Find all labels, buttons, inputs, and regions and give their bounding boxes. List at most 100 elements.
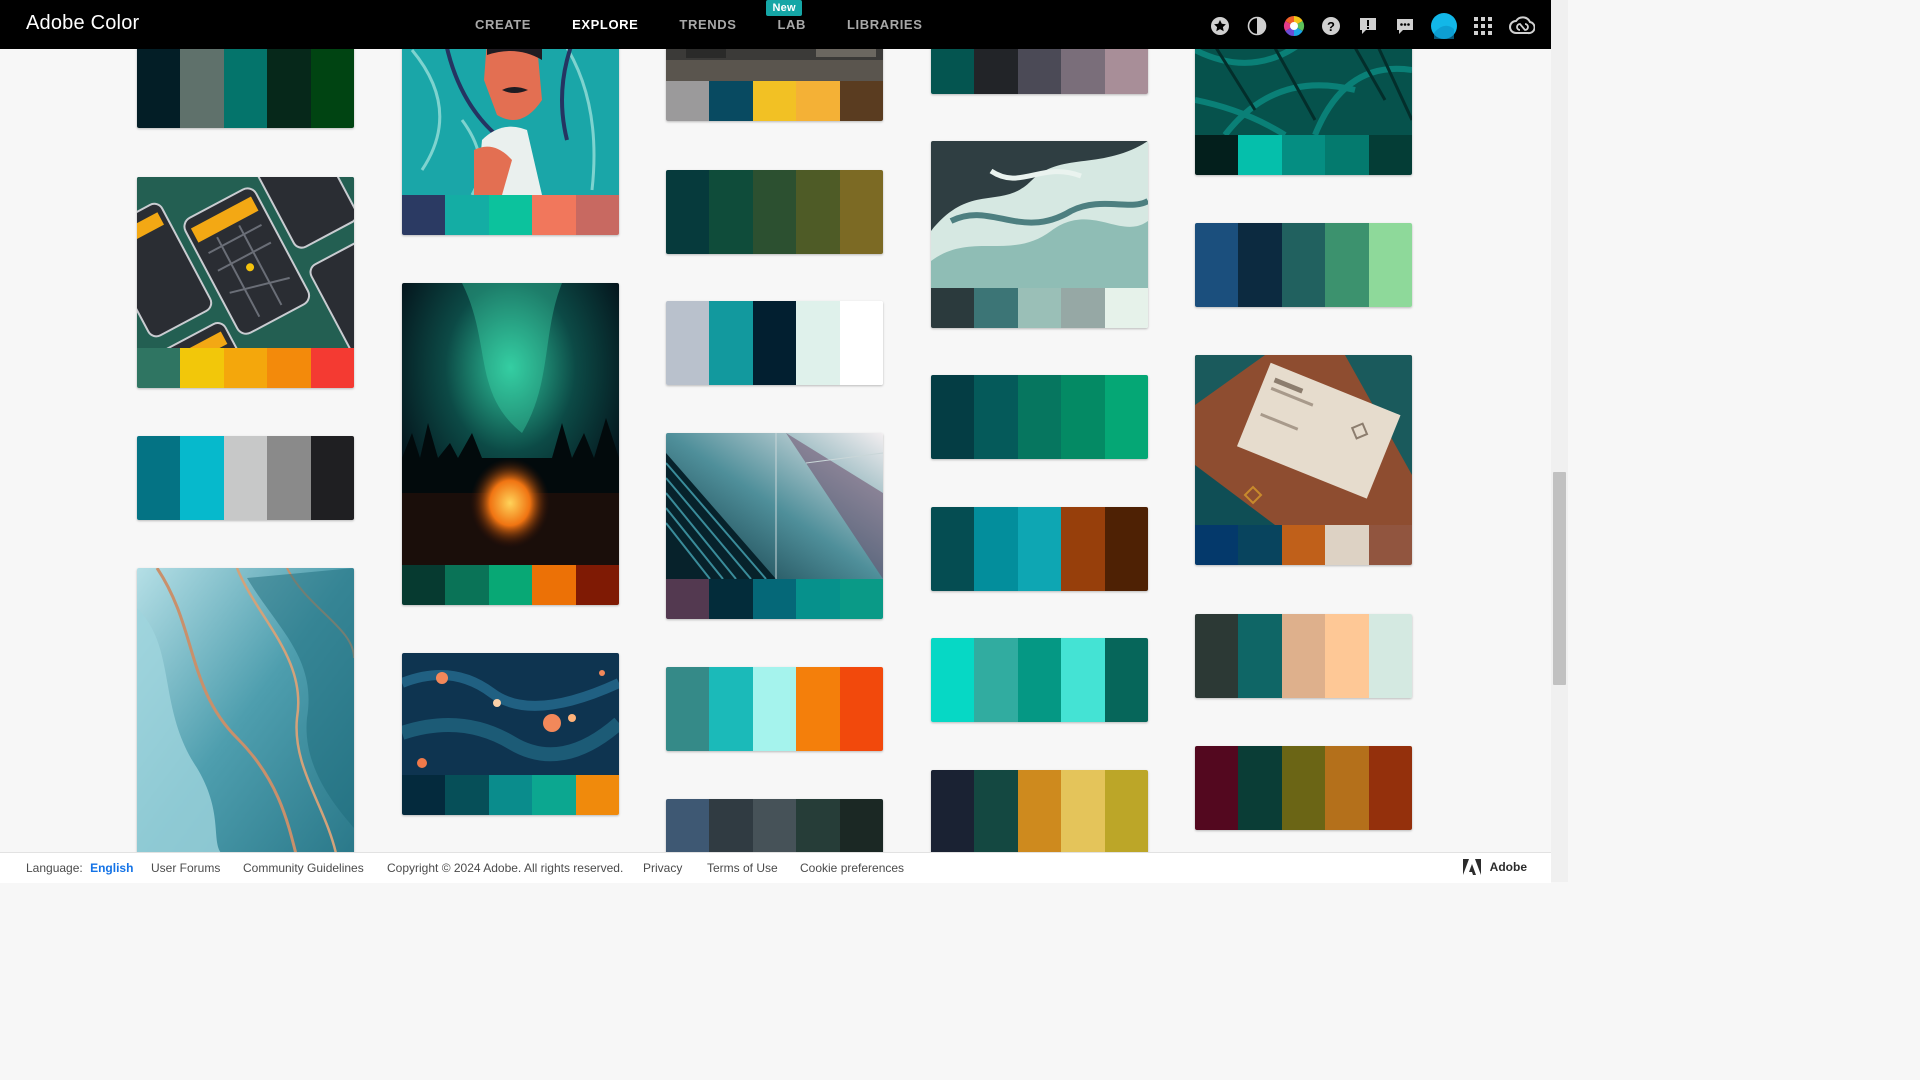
color-swatch[interactable] xyxy=(445,565,489,605)
scrollbar-track[interactable] xyxy=(1551,0,1568,882)
color-swatch[interactable] xyxy=(575,565,619,605)
color-swatch[interactable] xyxy=(488,565,533,605)
color-swatch[interactable] xyxy=(839,81,883,121)
color-swatch[interactable] xyxy=(310,44,354,128)
color-swatch[interactable] xyxy=(666,579,710,619)
apps-grid-icon[interactable] xyxy=(1472,15,1494,37)
color-swatch[interactable] xyxy=(445,775,489,815)
color-swatch[interactable] xyxy=(1017,638,1062,722)
color-swatch[interactable] xyxy=(402,565,446,605)
color-swatch[interactable] xyxy=(1238,746,1282,830)
palette-card[interactable] xyxy=(931,507,1148,591)
color-wheel-icon[interactable] xyxy=(1283,15,1305,37)
color-swatch[interactable] xyxy=(1238,223,1282,307)
color-swatch[interactable] xyxy=(532,565,576,605)
color-swatch[interactable] xyxy=(1281,525,1326,565)
color-swatch[interactable] xyxy=(666,170,710,254)
color-swatch[interactable] xyxy=(1325,223,1369,307)
color-swatch[interactable] xyxy=(796,301,840,385)
color-swatch[interactable] xyxy=(1104,638,1148,722)
color-swatch[interactable] xyxy=(1368,746,1412,830)
scrollbar-thumb[interactable] xyxy=(1553,472,1566,685)
color-swatch[interactable] xyxy=(223,436,268,520)
palette-card[interactable] xyxy=(931,375,1148,459)
help-icon[interactable]: ? xyxy=(1320,15,1342,37)
color-swatch[interactable] xyxy=(1195,135,1239,175)
palette-card[interactable] xyxy=(666,433,883,619)
color-swatch[interactable] xyxy=(666,667,710,751)
palette-card[interactable] xyxy=(931,770,1148,852)
color-swatch[interactable] xyxy=(1195,223,1239,307)
color-swatch[interactable] xyxy=(931,770,975,852)
color-swatch[interactable] xyxy=(752,579,797,619)
footer-link-community-guidelines[interactable]: Community Guidelines xyxy=(243,861,364,875)
palette-card[interactable] xyxy=(402,283,619,605)
palette-card[interactable] xyxy=(1195,746,1412,830)
palette-card[interactable] xyxy=(1195,223,1412,307)
color-swatch[interactable] xyxy=(1238,135,1282,175)
color-swatch[interactable] xyxy=(1368,525,1412,565)
color-swatch[interactable] xyxy=(1325,525,1369,565)
color-swatch[interactable] xyxy=(666,301,710,385)
color-swatch[interactable] xyxy=(267,348,311,388)
color-swatch[interactable] xyxy=(1061,770,1105,852)
color-swatch[interactable] xyxy=(1281,135,1326,175)
palette-card[interactable] xyxy=(1195,355,1412,565)
color-swatch[interactable] xyxy=(709,799,753,852)
color-swatch[interactable] xyxy=(1281,746,1326,830)
footer-link-cookie-preferences[interactable]: Cookie preferences xyxy=(800,861,904,875)
color-swatch[interactable] xyxy=(1325,135,1369,175)
color-swatch[interactable] xyxy=(752,301,797,385)
color-swatch[interactable] xyxy=(402,195,446,235)
color-swatch[interactable] xyxy=(1238,614,1282,698)
color-swatch[interactable] xyxy=(1325,746,1369,830)
palette-card[interactable] xyxy=(402,653,619,815)
color-swatch[interactable] xyxy=(267,44,311,128)
color-swatch[interactable] xyxy=(931,507,975,591)
color-swatch[interactable] xyxy=(1017,288,1062,328)
feedback-icon[interactable] xyxy=(1357,15,1379,37)
color-swatch[interactable] xyxy=(666,81,710,121)
color-swatch[interactable] xyxy=(931,288,975,328)
color-swatch[interactable] xyxy=(931,375,975,459)
color-swatch[interactable] xyxy=(709,170,753,254)
color-swatch[interactable] xyxy=(137,44,181,128)
color-swatch[interactable] xyxy=(1061,44,1105,94)
palette-card[interactable] xyxy=(666,170,883,254)
color-swatch[interactable] xyxy=(839,667,883,751)
color-swatch[interactable] xyxy=(1281,223,1326,307)
color-swatch[interactable] xyxy=(796,579,840,619)
color-swatch[interactable] xyxy=(223,348,268,388)
nav-trends[interactable]: TRENDS xyxy=(679,17,736,32)
color-swatch[interactable] xyxy=(1195,525,1239,565)
color-swatch[interactable] xyxy=(796,667,840,751)
adobe-brand[interactable]: Adobe xyxy=(1462,859,1527,875)
palette-card[interactable] xyxy=(137,44,354,128)
color-swatch[interactable] xyxy=(223,44,268,128)
color-swatch[interactable] xyxy=(974,375,1018,459)
color-swatch[interactable] xyxy=(402,775,446,815)
color-swatch[interactable] xyxy=(839,579,883,619)
color-swatch[interactable] xyxy=(1368,135,1412,175)
color-swatch[interactable] xyxy=(1238,525,1282,565)
color-swatch[interactable] xyxy=(310,348,354,388)
color-swatch[interactable] xyxy=(931,44,975,94)
star-icon[interactable] xyxy=(1209,15,1231,37)
color-swatch[interactable] xyxy=(1061,288,1105,328)
color-swatch[interactable] xyxy=(752,81,797,121)
color-swatch[interactable] xyxy=(1104,375,1148,459)
color-swatch[interactable] xyxy=(137,348,181,388)
color-swatch[interactable] xyxy=(1017,44,1062,94)
footer-link-user-forums[interactable]: User Forums xyxy=(151,861,220,875)
color-swatch[interactable] xyxy=(1104,507,1148,591)
color-swatch[interactable] xyxy=(488,775,533,815)
palette-card[interactable] xyxy=(1195,30,1412,175)
nav-libraries[interactable]: LIBRARIES xyxy=(847,17,922,32)
color-swatch[interactable] xyxy=(796,81,840,121)
color-swatch[interactable] xyxy=(974,44,1018,94)
contrast-icon[interactable] xyxy=(1246,15,1268,37)
color-swatch[interactable] xyxy=(931,638,975,722)
language-value[interactable]: English xyxy=(90,861,133,875)
palette-card[interactable] xyxy=(931,44,1148,94)
avatar[interactable] xyxy=(1431,13,1457,39)
